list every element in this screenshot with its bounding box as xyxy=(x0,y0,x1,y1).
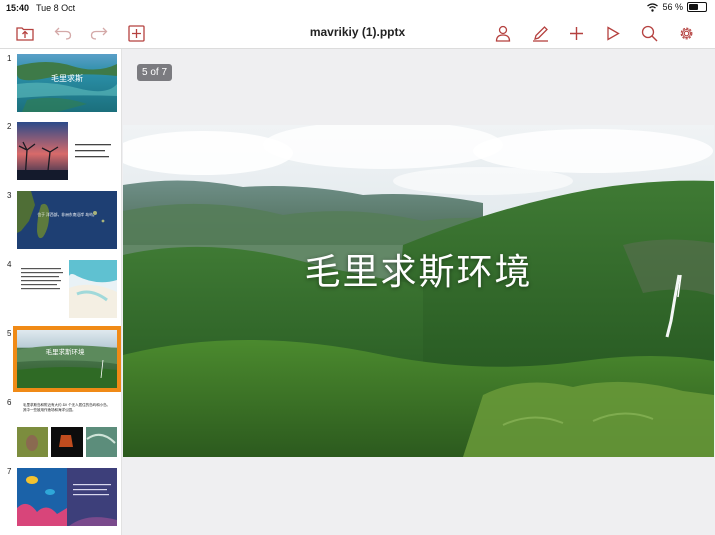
thumbnail-number: 2 xyxy=(7,122,12,131)
thumbnail-number: 7 xyxy=(7,467,12,476)
status-time: 15:40 xyxy=(6,3,30,13)
thumbnail-number: 6 xyxy=(7,398,12,407)
status-right: 56 % xyxy=(647,2,707,12)
undo-icon xyxy=(54,27,72,40)
thumbnail-image: 毛里求斯 xyxy=(17,54,117,112)
status-date: Tue 8 Oct xyxy=(36,3,76,13)
thumbnail-number: 1 xyxy=(7,54,12,63)
thumbnail-image xyxy=(17,122,117,180)
folder-up-button[interactable] xyxy=(14,22,36,44)
undo-button[interactable] xyxy=(52,22,74,44)
slide-thumbnail-2[interactable] xyxy=(17,122,117,180)
wifi-icon xyxy=(647,2,659,12)
collaborate-button[interactable] xyxy=(492,22,514,44)
slide-thumbnail-5-selected[interactable]: 毛里求斯环境 xyxy=(13,326,121,392)
insert-icon xyxy=(127,24,145,42)
thumbnail-number: 4 xyxy=(7,260,12,269)
slide-thumbnail-6[interactable]: 毛里求斯岛和附近有大约 40 个无人居住的岛屿和小岛。其中一些被用作渔场和海洋公… xyxy=(17,399,117,457)
thumbnail-number: 5 xyxy=(7,329,12,338)
current-slide[interactable]: 毛里求斯环境 xyxy=(123,125,714,457)
slide-canvas[interactable]: 5 of 7 毛里求斯环境 xyxy=(122,49,715,535)
plus-icon xyxy=(569,26,583,40)
slide-thumbnail-7[interactable] xyxy=(17,468,117,526)
redo-button[interactable] xyxy=(88,22,110,44)
battery-percent: 56 % xyxy=(662,2,683,12)
slide-thumbnail-1[interactable]: 毛里求斯 xyxy=(17,54,117,112)
page-indicator: 5 of 7 xyxy=(137,64,173,81)
status-bar: 15:40 Tue 8 Oct 56 % xyxy=(0,0,715,16)
annotate-button[interactable] xyxy=(529,22,551,44)
thumbnail-title: 位于 洋西部，非洲东南沿岸 岛屿。 xyxy=(37,212,96,217)
thumbnail-title: 毛里求斯岛和附近有大约 40 个无人居住的岛屿和小岛。其中一些被用作渔场和海洋公… xyxy=(23,403,111,412)
play-button[interactable] xyxy=(602,22,624,44)
add-button[interactable] xyxy=(565,22,587,44)
person-icon xyxy=(495,25,511,42)
thumbnail-title: 毛里求斯环境 xyxy=(46,347,86,356)
gear-icon xyxy=(680,27,692,39)
thumbnail-image: 位于 洋西部，非洲东南沿岸 岛屿。 xyxy=(17,191,117,249)
thumbnail-number: 3 xyxy=(7,191,12,200)
search-button[interactable] xyxy=(638,22,660,44)
thumbnail-image: 毛里求斯环境 xyxy=(17,330,117,388)
slide-title[interactable]: 毛里求斯环境 xyxy=(123,243,714,295)
slide-thumbnail-4[interactable] xyxy=(17,260,117,318)
settings-button[interactable] xyxy=(675,22,697,44)
slide-thumbnail-3[interactable]: 位于 洋西部，非洲东南沿岸 岛屿。 xyxy=(17,191,117,249)
pen-icon xyxy=(532,25,548,42)
play-icon xyxy=(607,25,620,41)
redo-icon xyxy=(90,27,108,40)
thumbnail-image xyxy=(17,260,117,318)
toolbar: mavrikiy (1).pptx xyxy=(0,16,715,49)
insert-button[interactable] xyxy=(125,22,147,44)
thumbnail-image xyxy=(17,468,117,526)
slide-thumbnail-sidebar: 1 毛里求斯 2 3 位于 洋西部，非洲东南沿岸 岛屿。 4 5 毛里求斯环境 … xyxy=(0,49,122,535)
battery-icon xyxy=(687,2,707,12)
search-icon xyxy=(641,25,657,41)
folder-up-icon xyxy=(16,27,34,41)
thumbnail-title: 毛里求斯 xyxy=(51,73,83,83)
